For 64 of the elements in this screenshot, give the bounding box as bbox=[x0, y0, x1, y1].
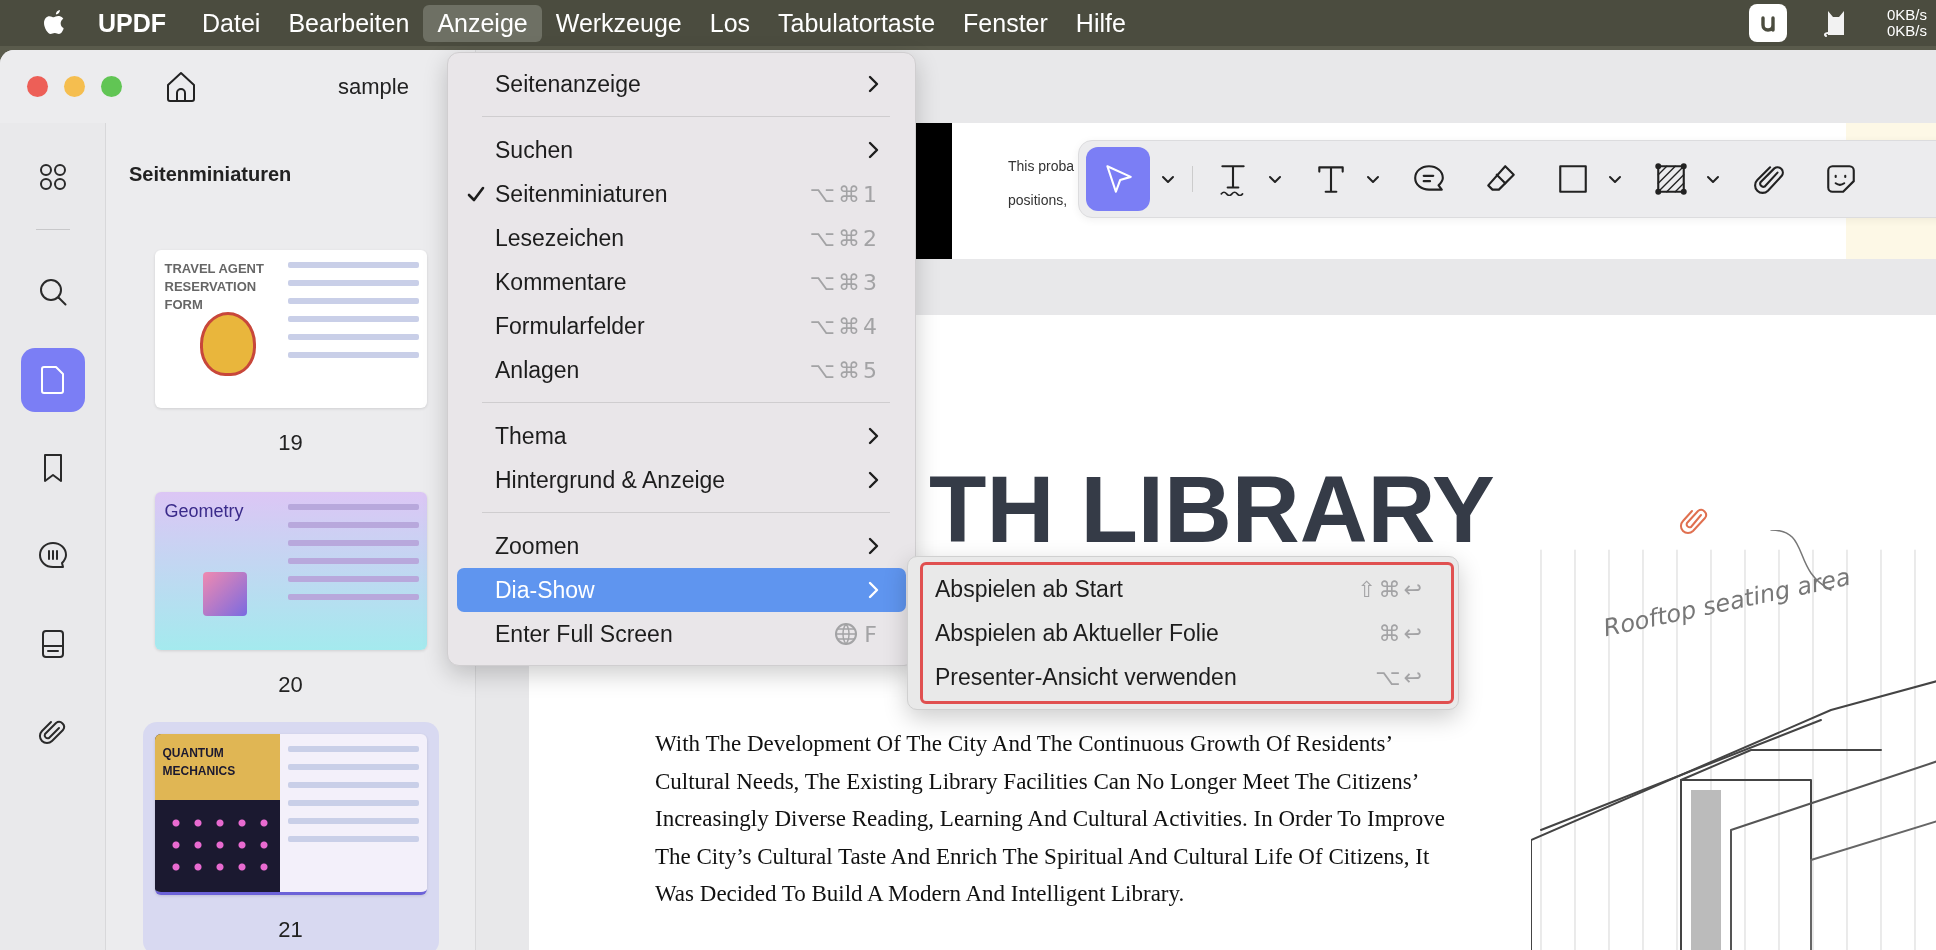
menu-item[interactable]: Lesezeichen ⌥⌘2 bbox=[457, 216, 906, 260]
menu-item[interactable]: Presenter-Ansicht verwenden ⌥↩ bbox=[923, 655, 1451, 699]
menu-item[interactable]: Anlagen ⌥⌘5 bbox=[457, 348, 906, 392]
menu-bar-item[interactable]: Bearbeiten bbox=[274, 4, 424, 42]
shortcut-text: ⌥⌘3 bbox=[809, 269, 880, 295]
shortcut-text: ⇧⌘↩ bbox=[1357, 576, 1425, 602]
menu-item[interactable]: Suchen bbox=[457, 128, 906, 172]
page-heading: TRAVEL AGENT RESERVATION FORM bbox=[164, 260, 265, 314]
panel-title: Seitenminiaturen bbox=[129, 163, 292, 186]
text-line: positions, bbox=[1008, 191, 1069, 210]
menu-item[interactable]: Zoomen bbox=[457, 524, 906, 568]
menu-bar-item[interactable]: Tabulatortaste bbox=[764, 4, 950, 42]
menu-item[interactable]: Kommentare ⌥⌘3 bbox=[457, 260, 906, 304]
checkmark-icon bbox=[466, 184, 486, 204]
menu-bar-item[interactable]: Hilfe bbox=[1061, 4, 1140, 42]
shortcut-text: F bbox=[864, 621, 880, 647]
menu-bar-item[interactable]: Los bbox=[695, 4, 765, 42]
chevron-right-icon bbox=[866, 426, 880, 446]
menu-item[interactable]: Seitenanzeige bbox=[457, 62, 906, 106]
page-thumbnail[interactable]: QUANTUM MECHANICS 21 bbox=[142, 722, 439, 950]
chevron-right-icon bbox=[866, 74, 880, 94]
menu-item[interactable]: Formularfelder ⌥⌘4 bbox=[457, 304, 906, 348]
shortcut-text: ⌥⌘5 bbox=[809, 357, 880, 383]
menu-item[interactable]: Seitenminiaturen ⌥⌘1 bbox=[457, 172, 906, 216]
page-number: 20 bbox=[278, 672, 303, 698]
menu-bar-item[interactable]: Datei bbox=[188, 4, 275, 42]
shortcut-text: ⌥⌘2 bbox=[809, 225, 880, 251]
hatched-rectangle-icon bbox=[1654, 162, 1688, 196]
network-speed-text: 0KB/s bbox=[1887, 7, 1929, 23]
sticker-icon bbox=[1824, 162, 1858, 196]
shortcut-text: ⌥⌘4 bbox=[809, 313, 880, 339]
shortcut-text: ⌥↩ bbox=[1375, 664, 1425, 690]
page-number: 19 bbox=[278, 430, 303, 456]
body-paragraph: With The Development Of The City And The Continuous Growth Of Residents’ Cultural Needs, The Existing Library Facilities Can No Longer Meet The Citizens’ Increasingly Diverse Reading, Learning And Cultural Activities. In Order To Improve The City’s Cultural Taste And Enrich The Spiritual And Cultural Life Of Citizens, It Was Decided To Build A Modern And Intelligent Library. bbox=[655, 730, 1445, 908]
chevron-right-icon bbox=[866, 536, 880, 556]
page-heading: Geometry bbox=[164, 502, 245, 520]
page-thumbnail[interactable]: TRAVEL AGENT RESERVATION FORM 19 bbox=[142, 238, 439, 468]
chevron-right-icon bbox=[866, 470, 880, 490]
app-name-menu[interactable]: UPDF bbox=[98, 8, 167, 38]
menu-item[interactable]: Thema bbox=[457, 414, 906, 458]
close-button[interactable] bbox=[27, 76, 48, 97]
menu-bar-item[interactable]: Fenster bbox=[949, 4, 1062, 42]
globe-icon bbox=[834, 622, 859, 646]
text-line: This proba bbox=[1008, 157, 1075, 176]
menu-item[interactable]: Enter Full Screen F bbox=[457, 612, 906, 656]
network-speed-text: 0KB/s bbox=[1887, 23, 1929, 39]
shortcut-text: ⌘↩ bbox=[1378, 620, 1425, 646]
menu-bar-item[interactable]: Werkzeuge bbox=[541, 4, 696, 42]
page-thumbnail[interactable]: Geometry 20 bbox=[142, 480, 439, 710]
menu-bar-item[interactable]: Anzeige bbox=[423, 4, 542, 42]
menu-item[interactable]: Abspielen ab Aktueller Folie ⌘↩ bbox=[923, 611, 1451, 655]
window-title: sample bbox=[338, 73, 409, 100]
illustration-caption: Rooftop seating area bbox=[1601, 562, 1853, 643]
page-heading: TH LIBRARY bbox=[929, 460, 1495, 560]
menu-item[interactable]: Hintergrund & Anzeige bbox=[457, 458, 906, 502]
chevron-right-icon bbox=[866, 140, 880, 160]
app-status-icon[interactable] bbox=[1749, 4, 1787, 42]
chevron-right-icon bbox=[866, 580, 880, 600]
page-heading: QUANTUM MECHANICS bbox=[154, 734, 280, 800]
shortcut-text: ⌥⌘1 bbox=[809, 181, 880, 207]
menu-item[interactable]: Abspielen ab Start ⇧⌘↩ bbox=[923, 567, 1451, 611]
cube-drawing bbox=[202, 572, 247, 616]
rectangle-icon bbox=[1556, 162, 1590, 196]
page-number: 21 bbox=[278, 917, 303, 943]
